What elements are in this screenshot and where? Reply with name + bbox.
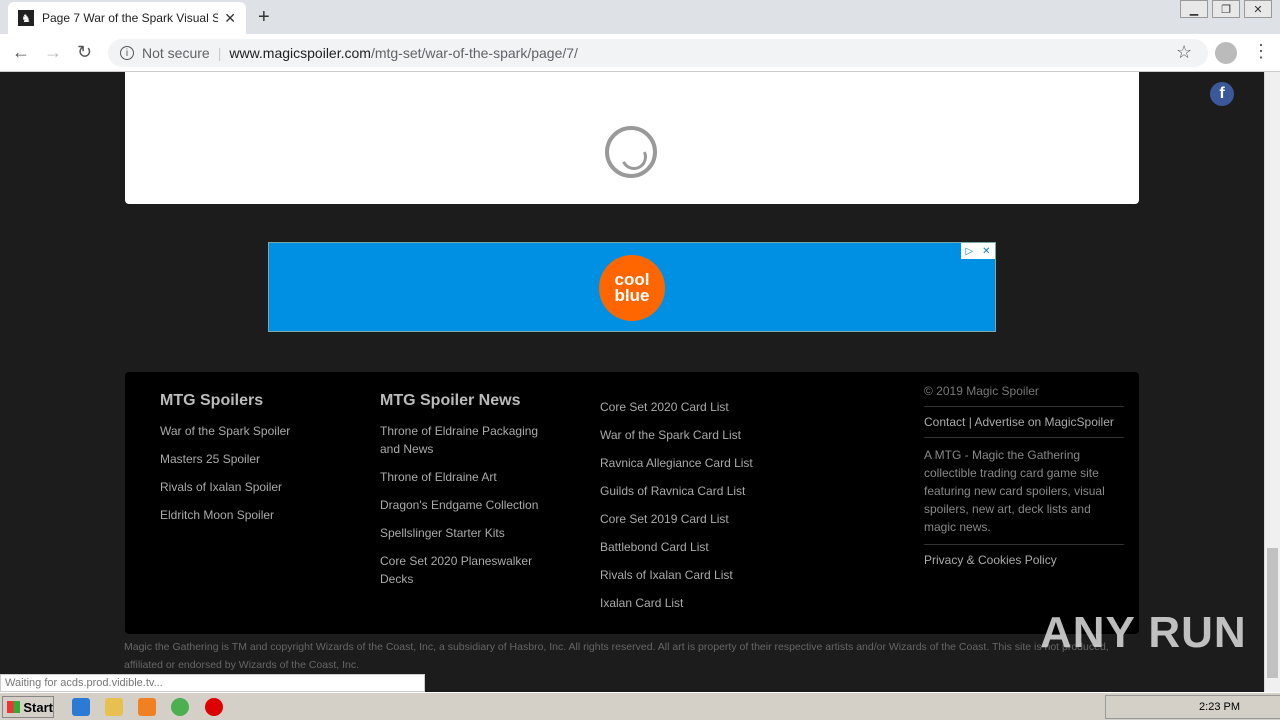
footer-col-about: © 2019 Magic Spoiler Contact | Advertise… [924, 372, 1124, 567]
footer-link[interactable]: Spellslinger Starter Kits [380, 524, 560, 542]
close-window-button[interactable]: ✕ [1244, 0, 1272, 18]
footer-link[interactable]: Battlebond Card List [600, 538, 800, 556]
info-icon[interactable]: i [120, 46, 134, 60]
site-description: A MTG - Magic the Gathering collectible … [924, 438, 1124, 545]
footer-col-news: MTG Spoiler News Throne of Eldraine Pack… [380, 372, 560, 598]
window-controls: ▁ ❐ ✕ [1176, 0, 1272, 18]
reload-button[interactable]: ↻ [77, 42, 92, 63]
ad-choices-icon[interactable]: ▷ ✕ [961, 243, 995, 259]
status-bar: Waiting for acds.prod.vidible.tv... [0, 674, 425, 692]
media-player-icon[interactable] [138, 698, 156, 716]
ie-icon[interactable] [72, 698, 90, 716]
scroll-thumb[interactable] [1267, 548, 1278, 678]
footer-col-card-lists: Core Set 2020 Card List War of the Spark… [600, 372, 800, 622]
footer-heading: MTG Spoilers [160, 392, 264, 409]
back-button[interactable]: ← [12, 42, 30, 63]
footer-heading: MTG Spoiler News [380, 392, 521, 409]
legal-notice: Magic the Gathering is TM and copyright … [124, 641, 1109, 671]
footer-link[interactable]: War of the Spark Spoiler [160, 422, 360, 440]
start-label: Start [23, 699, 53, 715]
footer-col-spoilers: MTG Spoilers War of the Spark Spoiler Ma… [160, 372, 360, 534]
browser-tab[interactable]: ♞ Page 7 War of the Spark Visual Spoil ✕ [8, 2, 246, 34]
close-tab-icon[interactable]: ✕ [224, 10, 236, 27]
footer-link[interactable]: Guilds of Ravnica Card List [600, 482, 800, 500]
footer-link[interactable]: War of the Spark Card List [600, 426, 800, 444]
footer-link[interactable]: Eldritch Moon Spoiler [160, 506, 360, 524]
privacy-link[interactable]: Privacy & Cookies Policy [924, 545, 1124, 567]
copyright: © 2019 Magic Spoiler [924, 384, 1124, 407]
footer-link[interactable]: Core Set 2020 Card List [600, 398, 800, 416]
footer-link[interactable]: Ravnica Allegiance Card List [600, 454, 800, 472]
vertical-scrollbar[interactable] [1264, 72, 1280, 692]
footer-link[interactable]: Throne of Eldraine Packaging and News [380, 422, 560, 458]
footer-link[interactable]: Core Set 2020 Planeswalker Decks [380, 552, 560, 588]
bookmark-star-icon[interactable]: ☆ [1176, 42, 1192, 63]
url-host: www.magicspoiler.com [229, 45, 371, 61]
ad-banner[interactable]: cool blue ▷ ✕ [268, 242, 996, 332]
coolblue-logo: cool blue [599, 255, 665, 321]
footer-link[interactable]: Masters 25 Spoiler [160, 450, 360, 468]
windows-logo-icon [7, 701, 21, 713]
start-button[interactable]: Start [2, 696, 54, 718]
clock[interactable]: 2:23 PM [1199, 701, 1240, 713]
loading-spinner-icon [605, 126, 657, 178]
site-favicon-icon: ♞ [18, 10, 34, 26]
tab-strip: ♞ Page 7 War of the Spark Visual Spoil ✕… [0, 0, 1280, 34]
forward-button[interactable]: → [44, 42, 62, 63]
explorer-icon[interactable] [105, 698, 123, 716]
system-tray: 2:23 PM [1105, 695, 1280, 719]
footer-link[interactable]: Rivals of Ixalan Card List [600, 566, 800, 584]
chrome-icon[interactable] [171, 698, 189, 716]
footer-link[interactable]: Dragon's Endgame Collection [380, 496, 560, 514]
facebook-icon[interactable]: f [1210, 82, 1234, 106]
anyrun-watermark: ANY RUN [1040, 608, 1247, 657]
address-bar[interactable]: i Not secure | www.magicspoiler.com/mtg-… [108, 39, 1208, 67]
site-footer: MTG Spoilers War of the Spark Spoiler Ma… [125, 372, 1139, 634]
tab-title: Page 7 War of the Spark Visual Spoil [42, 11, 218, 25]
separator: | [217, 45, 222, 61]
footer-link[interactable]: Core Set 2019 Card List [600, 510, 800, 528]
new-tab-button[interactable]: + [258, 6, 270, 29]
restore-button[interactable]: ❐ [1212, 0, 1240, 18]
opera-icon[interactable] [205, 698, 223, 716]
minimize-button[interactable]: ▁ [1180, 0, 1208, 18]
contact-link[interactable]: Contact | Advertise on MagicSpoiler [924, 407, 1124, 438]
browser-toolbar: ← → ↻ i Not secure | www.magicspoiler.co… [0, 34, 1280, 72]
footer-link[interactable]: Throne of Eldraine Art [380, 468, 560, 486]
footer-link[interactable]: Ixalan Card List [600, 594, 800, 612]
content-card [125, 72, 1139, 204]
page-content: f cool blue ▷ ✕ MTG Spoilers War of the S… [0, 72, 1264, 692]
chrome-menu-icon[interactable]: ⋮ [1252, 41, 1270, 62]
profile-avatar[interactable] [1215, 42, 1237, 64]
url-path: /mtg-set/war-of-the-spark/page/7/ [370, 45, 578, 61]
footer-link[interactable]: Rivals of Ixalan Spoiler [160, 478, 360, 496]
not-secure-label: Not secure [142, 45, 210, 61]
windows-taskbar: Start 2:23 PM [0, 692, 1280, 720]
